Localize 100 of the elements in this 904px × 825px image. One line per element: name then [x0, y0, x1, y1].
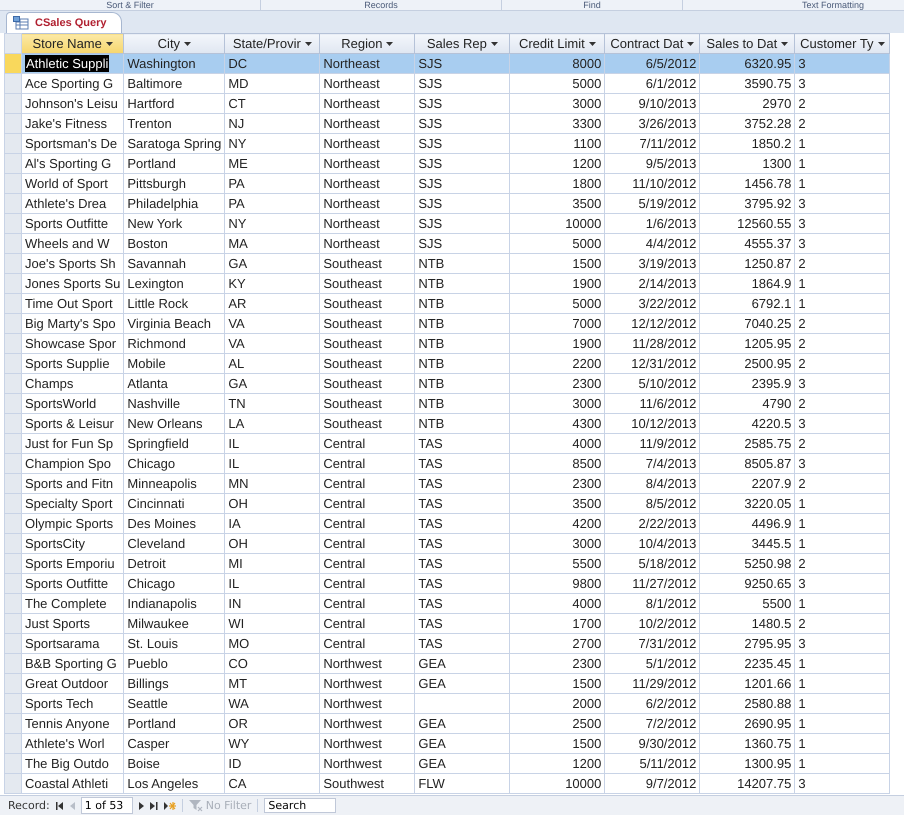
record-selector[interactable]: [4, 734, 22, 754]
table-cell: Just Sports: [22, 614, 124, 634]
table-cell: 3: [794, 74, 890, 94]
table-cell: 9/5/2013: [604, 154, 700, 174]
table-cell: 2300: [510, 474, 605, 494]
table-cell: Des Moines: [124, 514, 225, 534]
table-cell: Northwest: [320, 654, 415, 674]
next-record-icon[interactable]: [138, 802, 144, 810]
dropdown-arrow-icon[interactable]: [184, 42, 192, 46]
record-selector[interactable]: [4, 194, 22, 214]
table-cell: 2: [794, 614, 890, 634]
record-selector[interactable]: [4, 334, 22, 354]
record-selector[interactable]: [4, 494, 22, 514]
record-selector[interactable]: [4, 594, 22, 614]
table-cell: Richmond: [124, 334, 225, 354]
table-cell: 9/7/2012: [604, 774, 700, 794]
dropdown-arrow-icon[interactable]: [106, 42, 113, 46]
new-record-icon[interactable]: [164, 802, 176, 810]
column-header[interactable]: Customer Ty: [794, 34, 890, 54]
record-selector[interactable]: [4, 434, 22, 454]
search-field[interactable]: Search: [264, 798, 336, 813]
dropdown-arrow-icon[interactable]: [781, 42, 788, 46]
table-cell: 5/1/2012: [604, 654, 700, 674]
record-selector[interactable]: [4, 474, 22, 494]
table-cell: 1250.87: [700, 254, 795, 274]
table-cell: TAS: [414, 594, 510, 614]
record-selector[interactable]: [4, 654, 22, 674]
record-selector[interactable]: [4, 314, 22, 334]
column-header[interactable]: City: [124, 34, 225, 54]
table-cell: New York: [124, 214, 225, 234]
record-selector[interactable]: [4, 214, 22, 234]
table-cell: 3: [794, 414, 890, 434]
record-selector[interactable]: [4, 714, 22, 734]
column-header[interactable]: Sales to Dat: [700, 34, 795, 54]
record-selector[interactable]: [4, 234, 22, 254]
record-selector[interactable]: [4, 414, 22, 434]
record-selector[interactable]: [4, 274, 22, 294]
record-selector[interactable]: [4, 634, 22, 654]
column-header[interactable]: Region: [320, 34, 415, 54]
record-selector[interactable]: [4, 174, 22, 194]
table-cell: 5/10/2012: [604, 374, 700, 394]
first-record-icon[interactable]: [56, 802, 64, 810]
record-selector[interactable]: [4, 774, 22, 794]
previous-record-icon[interactable]: [70, 802, 75, 810]
table-cell: NJ: [224, 114, 320, 134]
record-selector[interactable]: [4, 394, 22, 414]
record-selector[interactable]: [4, 694, 22, 714]
column-header[interactable]: Contract Dat: [604, 34, 700, 54]
record-selector[interactable]: [4, 454, 22, 474]
table-cell: NTB: [414, 414, 510, 434]
record-position-field[interactable]: 1 of 53: [80, 797, 133, 814]
table-cell: 10/12/2013: [604, 414, 700, 434]
table-cell: 3: [794, 194, 890, 214]
table-cell: Central: [320, 574, 415, 594]
table-cell: Detroit: [124, 554, 225, 574]
table-cell: Los Angeles: [124, 774, 225, 794]
dropdown-arrow-icon[interactable]: [490, 42, 498, 46]
table-cell: VA: [224, 314, 320, 334]
table-cell: 5500: [510, 554, 605, 574]
table-cell: Showcase Spor: [22, 334, 124, 354]
table-cell: Lexington: [124, 274, 225, 294]
record-selector[interactable]: [4, 254, 22, 274]
table-cell: TAS: [414, 614, 510, 634]
record-selector[interactable]: [4, 154, 22, 174]
table-cell: 3/19/2013: [604, 254, 700, 274]
record-selector[interactable]: [4, 134, 22, 154]
dropdown-arrow-icon[interactable]: [588, 42, 596, 46]
record-selector[interactable]: [4, 574, 22, 594]
record-selector[interactable]: [4, 514, 22, 534]
dropdown-arrow-icon[interactable]: [304, 42, 312, 46]
record-selector[interactable]: [4, 614, 22, 634]
table-cell: 10/4/2013: [604, 534, 700, 554]
dropdown-arrow-icon[interactable]: [878, 42, 885, 46]
record-selector[interactable]: [4, 674, 22, 694]
table-cell: 1: [794, 694, 890, 714]
table-cell: SJS: [414, 174, 510, 194]
record-selector[interactable]: [4, 534, 22, 554]
record-selector[interactable]: [4, 294, 22, 314]
record-selector[interactable]: [4, 754, 22, 774]
table-cell: Washington: [124, 54, 225, 74]
column-header[interactable]: Store Name: [22, 34, 124, 54]
record-selector[interactable]: [4, 54, 22, 74]
last-record-icon[interactable]: [150, 802, 158, 810]
column-header[interactable]: State/Provir: [224, 34, 320, 54]
record-selector[interactable]: [4, 114, 22, 134]
table-cell: 2690.95: [700, 714, 795, 734]
column-header[interactable]: Credit Limit: [510, 34, 605, 54]
record-selector[interactable]: [4, 354, 22, 374]
dropdown-arrow-icon[interactable]: [687, 42, 694, 46]
query-tab[interactable]: CSales Query: [6, 12, 122, 33]
column-header[interactable]: Sales Rep: [414, 34, 510, 54]
record-selector[interactable]: [4, 74, 22, 94]
record-selector[interactable]: [4, 94, 22, 114]
table-cell: Athlete's Worl: [22, 734, 124, 754]
table-cell: Hartford: [124, 94, 225, 114]
record-selector[interactable]: [4, 374, 22, 394]
table-cell: World of Sport: [22, 174, 124, 194]
table-cell: TAS: [414, 434, 510, 454]
dropdown-arrow-icon[interactable]: [386, 42, 394, 46]
record-selector[interactable]: [4, 554, 22, 574]
